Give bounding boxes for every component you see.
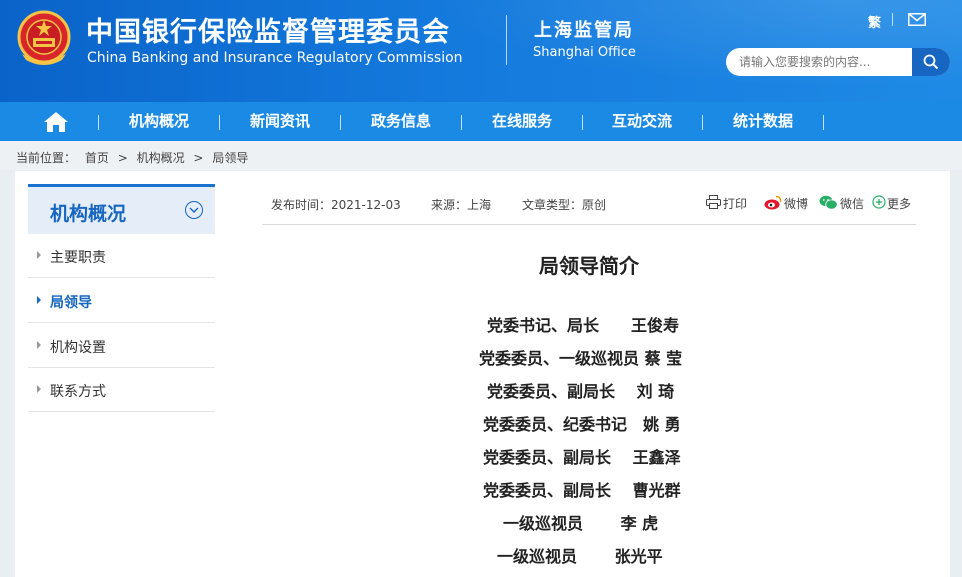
site-title-en: China Banking and Insurance Regulatory C…: [87, 50, 463, 66]
caret-right-icon: [37, 296, 41, 304]
weibo-label: 微博: [784, 197, 809, 211]
breadcrumb: 当前位置： 首页 > 机构概况 > 局领导: [16, 149, 253, 166]
nav-item-about[interactable]: 机构概况: [109, 102, 209, 141]
nav-item-statistics[interactable]: 统计数据: [713, 102, 813, 141]
traditional-chinese-link[interactable]: 繁: [868, 12, 881, 31]
weibo-share-button[interactable]: 微博: [764, 194, 810, 212]
leader-entry: 一级巡视员 张光平: [497, 547, 663, 566]
header-separator: [506, 15, 507, 65]
leader-entry: 一级巡视员 李 虎: [503, 514, 659, 533]
toolbar-separator: [892, 13, 893, 26]
sidebar-item-contact[interactable]: 联系方式: [28, 368, 215, 412]
nav-divider: [340, 115, 341, 130]
sidebar-item-label: 联系方式: [50, 384, 106, 400]
leader-entry: 党委委员、副局长 刘 琦: [487, 382, 675, 401]
more-share-button[interactable]: 更多: [872, 194, 914, 212]
home-icon[interactable]: [42, 111, 70, 133]
nav-divider: [702, 115, 703, 130]
nav-item-interaction[interactable]: 互动交流: [592, 102, 692, 141]
article-source: 来源：上海: [431, 198, 492, 212]
sidebar-item-structure[interactable]: 机构设置: [28, 324, 215, 368]
print-label: 打印: [723, 197, 748, 211]
sidebar-item-label: 机构设置: [50, 340, 106, 356]
leader-entry: 党委委员、副局长 曹光群: [483, 481, 681, 500]
nav-divider: [582, 115, 583, 130]
breadcrumb-bar: 当前位置： 首页 > 机构概况 > 局领导: [0, 141, 962, 170]
breadcrumb-prefix: 当前位置：: [16, 151, 77, 165]
chevron-down-icon: [189, 207, 199, 213]
search-button[interactable]: [912, 48, 950, 76]
more-label: 更多: [887, 197, 912, 211]
sidebar-title: 机构概况: [50, 203, 127, 225]
leader-entry: 党委委员、副局长 王鑫泽: [483, 448, 681, 467]
printer-icon: [706, 195, 721, 209]
sidebar-header: 机构概况: [28, 184, 215, 234]
search-icon: [923, 54, 939, 70]
wechat-icon: [819, 195, 838, 210]
breadcrumb-separator: >: [193, 151, 204, 165]
site-title: 中国银行保险监督管理委员会: [86, 17, 450, 48]
office-name: 上海监管局: [534, 20, 634, 41]
search-box: [726, 48, 950, 76]
site-header: 中国银行保险监督管理委员会 China Banking and Insuranc…: [0, 0, 962, 102]
caret-right-icon: [37, 251, 41, 259]
leader-entry: 党委委员、纪委书记 姚 勇: [483, 415, 681, 434]
article-title: 局领导简介: [539, 254, 639, 278]
nav-item-government[interactable]: 政务信息: [351, 102, 451, 141]
plus-circle-icon: [872, 195, 886, 209]
breadcrumb-separator: >: [117, 151, 128, 165]
national-emblem-icon[interactable]: [16, 10, 72, 68]
sidebar-item-leaders[interactable]: 局领导: [28, 279, 215, 323]
nav-divider: [98, 115, 99, 130]
content-divider: [262, 224, 916, 225]
nav-divider: [219, 115, 220, 130]
breadcrumb-leaders[interactable]: 局领导: [212, 151, 248, 165]
nav-divider: [461, 115, 462, 130]
article-type: 文章类型：原创: [522, 198, 607, 212]
search-input[interactable]: [726, 48, 912, 76]
wechat-share-button[interactable]: 微信: [819, 194, 865, 212]
mail-icon[interactable]: [908, 13, 926, 26]
breadcrumb-about[interactable]: 机构概况: [137, 151, 185, 165]
print-button[interactable]: 打印: [706, 194, 748, 212]
leader-entry: 党委委员、一级巡视员 蔡 莹: [479, 349, 683, 368]
nav-item-news[interactable]: 新闻资讯: [230, 102, 330, 141]
main-nav: 机构概况 新闻资讯 政务信息 在线服务 互动交流 统计数据: [0, 102, 962, 141]
weibo-icon: [764, 195, 782, 210]
leader-entry: 党委书记、局长 王俊寿: [487, 316, 680, 335]
nav-divider: [823, 115, 824, 130]
caret-right-icon: [37, 341, 41, 349]
publish-time: 发布时间：2021-12-03: [271, 198, 401, 212]
nav-item-online-services[interactable]: 在线服务: [472, 102, 572, 141]
wechat-label: 微信: [840, 197, 865, 211]
office-name-en: Shanghai Office: [533, 45, 636, 60]
caret-right-icon: [37, 385, 41, 393]
sidebar-item-duties[interactable]: 主要职责: [28, 234, 215, 278]
sidebar-item-label: 局领导: [50, 295, 92, 311]
breadcrumb-home[interactable]: 首页: [85, 151, 109, 165]
sidebar-item-label: 主要职责: [50, 250, 106, 266]
sidebar-toggle[interactable]: [185, 201, 203, 219]
